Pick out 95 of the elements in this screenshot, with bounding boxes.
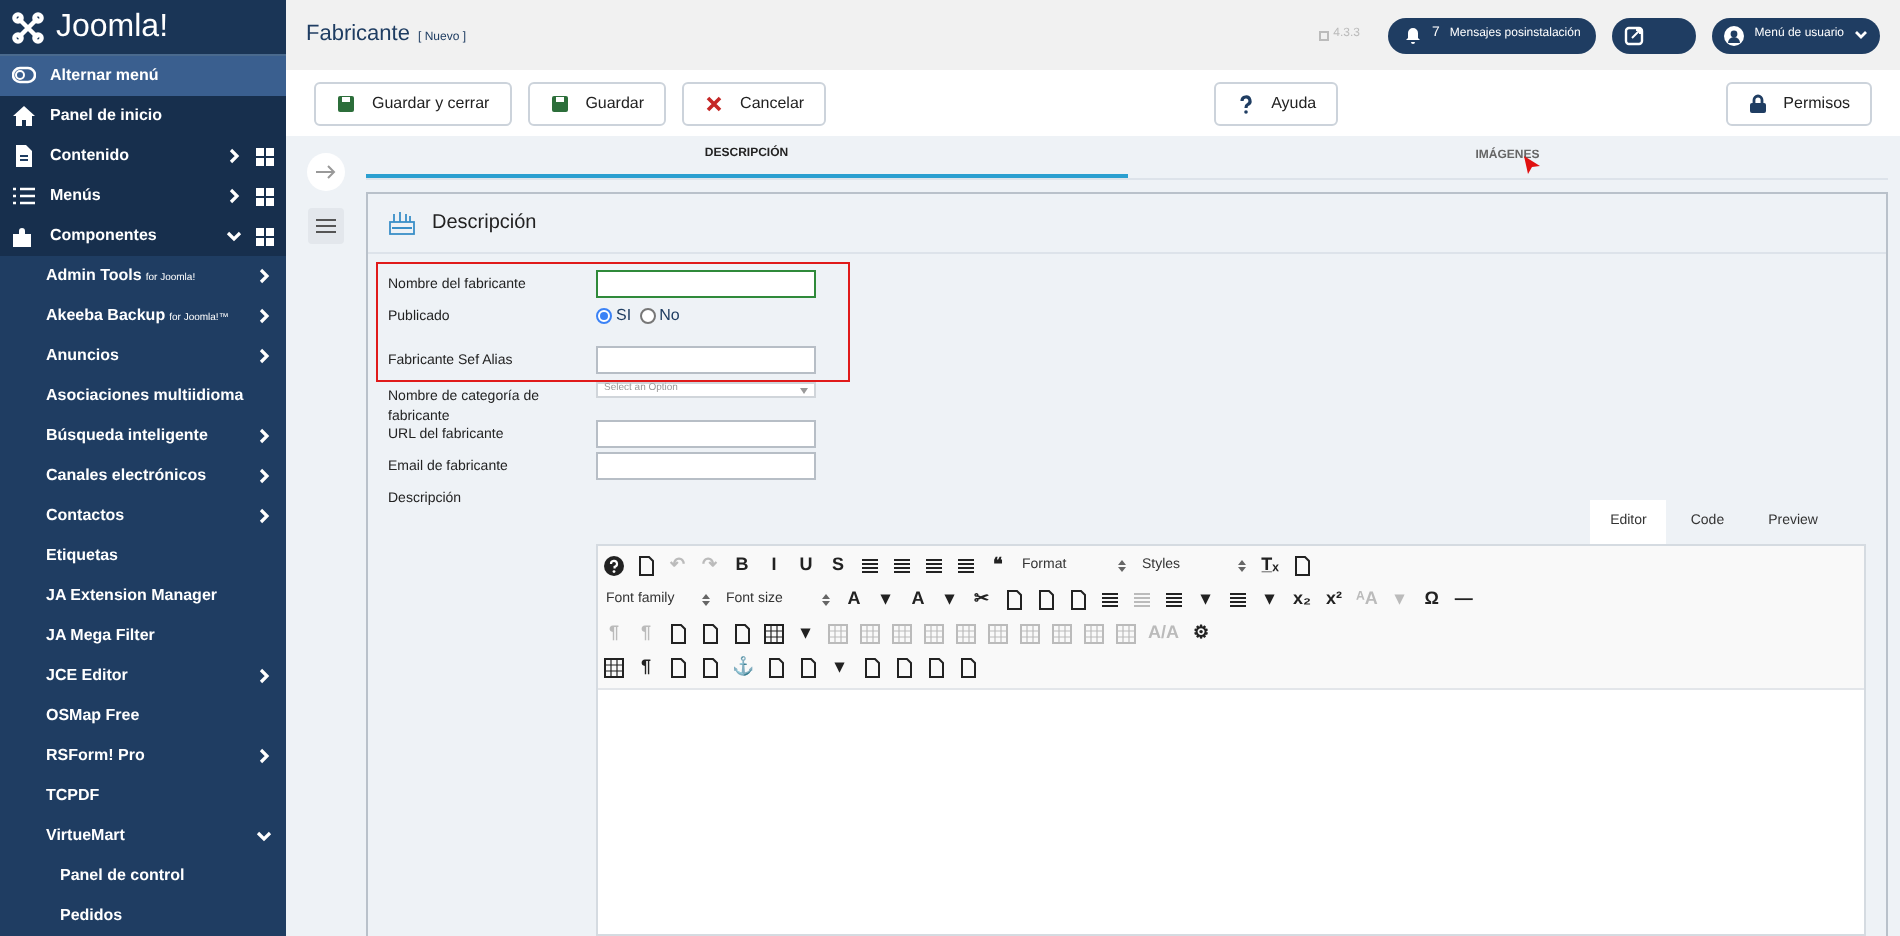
cancel-button[interactable]: Cancelar [682,81,827,125]
sidebar-item[interactable]: Canales electrónicos [0,456,286,496]
arrow-right-icon[interactable] [306,152,346,192]
external-link-icon [1624,25,1645,45]
save-icon [549,93,570,113]
radio-checked-icon [596,308,612,324]
sidebar-item[interactable]: JA Extension Manager [0,576,286,616]
external-link-button[interactable] [1612,17,1697,53]
menu-icon[interactable] [308,208,344,244]
save-icon [336,93,356,113]
sidebar-item[interactable]: JA Mega Filter [0,616,286,656]
sidebar-item[interactable]: Alternar menú [0,56,286,96]
logo-icon [12,11,44,43]
format-button[interactable]: T̲ₓ [1260,552,1280,580]
permissions-button[interactable]: Permisos [1725,81,1873,125]
table-icon[interactable] [604,658,624,678]
input-field[interactable] [596,420,816,448]
format-button[interactable]: I [764,552,784,580]
puzzle-icon [12,224,36,248]
sidebar-item[interactable]: JCE Editor [0,656,286,696]
radio-option[interactable]: SI [596,304,632,328]
format-button[interactable]: ❝ [988,552,1008,580]
format-button[interactable]: ▾ [1260,586,1280,614]
format-button[interactable]: S [828,552,848,580]
table-icon[interactable] [764,624,784,644]
format-button[interactable]: Ω [1421,586,1442,614]
input-field[interactable] [596,270,816,298]
sidebar-item[interactable]: VirtueMart [0,816,286,856]
logo-text: Joomla! [56,7,169,47]
house-icon [12,104,36,128]
format-button[interactable]: ✂ [972,586,992,614]
format-button[interactable]: ⚓ [732,654,754,682]
format-button[interactable]: x₂ [1292,586,1312,614]
sidebar-item[interactable]: Asociaciones multiidioma [0,376,286,416]
format-button[interactable]: ¶ [636,654,656,682]
format-button[interactable]: A [908,586,928,614]
sidebar-item[interactable]: Panel de control [0,856,286,896]
lines-icon[interactable] [924,556,944,576]
caret-icon [702,594,710,606]
document-icon[interactable] [1292,556,1312,576]
help-icon[interactable] [604,556,624,576]
user-icon [1724,25,1745,45]
lines-icon[interactable] [1100,590,1120,610]
save-button[interactable]: Guardar y cerrar [314,81,512,125]
sidebar-item[interactable]: Componentes [0,216,286,256]
format-button[interactable]: — [1453,586,1474,614]
chevron-down-icon [1854,28,1868,42]
format-button[interactable]: x² [1324,586,1344,614]
sidebar-item[interactable]: Contenido [0,136,286,176]
building-icon [388,210,416,236]
format-button[interactable]: B [732,552,752,580]
lines-icon[interactable] [1228,590,1248,610]
sidebar-item[interactable]: TCPDF [0,776,286,816]
sidebar-item[interactable]: Menús [0,176,286,216]
bell-icon [1404,26,1423,44]
sidebar-item[interactable]: Panel de inicio [0,96,286,136]
format-button[interactable]: ▾ [1196,586,1216,614]
lock-icon [1747,93,1768,113]
document-icon[interactable] [636,556,656,576]
format-button[interactable]: ▾ [830,654,850,682]
format-button[interactable]: ▾ [940,586,960,614]
help-icon [1235,93,1256,113]
format-button[interactable]: ▾ [876,586,896,614]
input-field[interactable] [596,452,816,480]
list-icon [12,184,36,208]
sidebar-item[interactable]: Anuncios [0,336,286,376]
save-button[interactable]: Guardar [527,81,667,125]
help-button[interactable]: Ayuda [1213,81,1339,125]
caret-icon [800,387,808,393]
sidebar-item[interactable]: Contactos [0,496,286,536]
lines-icon[interactable] [860,556,880,576]
sidebar-item[interactable]: Búsqueda inteligente [0,416,286,456]
format-button[interactable]: ⚙ [1191,620,1211,648]
format-button[interactable]: A [844,586,864,614]
sidebar-item[interactable]: Etiquetas [0,536,286,576]
cursor-icon [1522,156,1543,176]
sidebar-item[interactable]: OSMap Free [0,696,286,736]
document-icon [12,144,36,168]
close-icon [704,93,725,113]
radio-option[interactable]: No [639,304,680,328]
radio-icon [639,308,656,324]
format-button[interactable]: U [796,552,816,580]
caret-icon [1118,560,1126,572]
caret-icon [1238,560,1246,572]
format-button[interactable]: ▾ [796,620,816,648]
page-title: Fabricante [306,20,410,51]
lines-icon[interactable] [892,556,912,576]
lines-icon[interactable] [956,556,976,576]
toggle-icon [12,64,36,88]
caret-icon [822,594,830,606]
panel-title: Descripción [432,210,537,238]
input-field[interactable] [596,346,816,374]
sidebar-item[interactable]: RSForm! Pro [0,736,286,776]
sidebar-item[interactable]: Pedidos [0,896,286,936]
lines-icon[interactable] [1164,590,1184,610]
